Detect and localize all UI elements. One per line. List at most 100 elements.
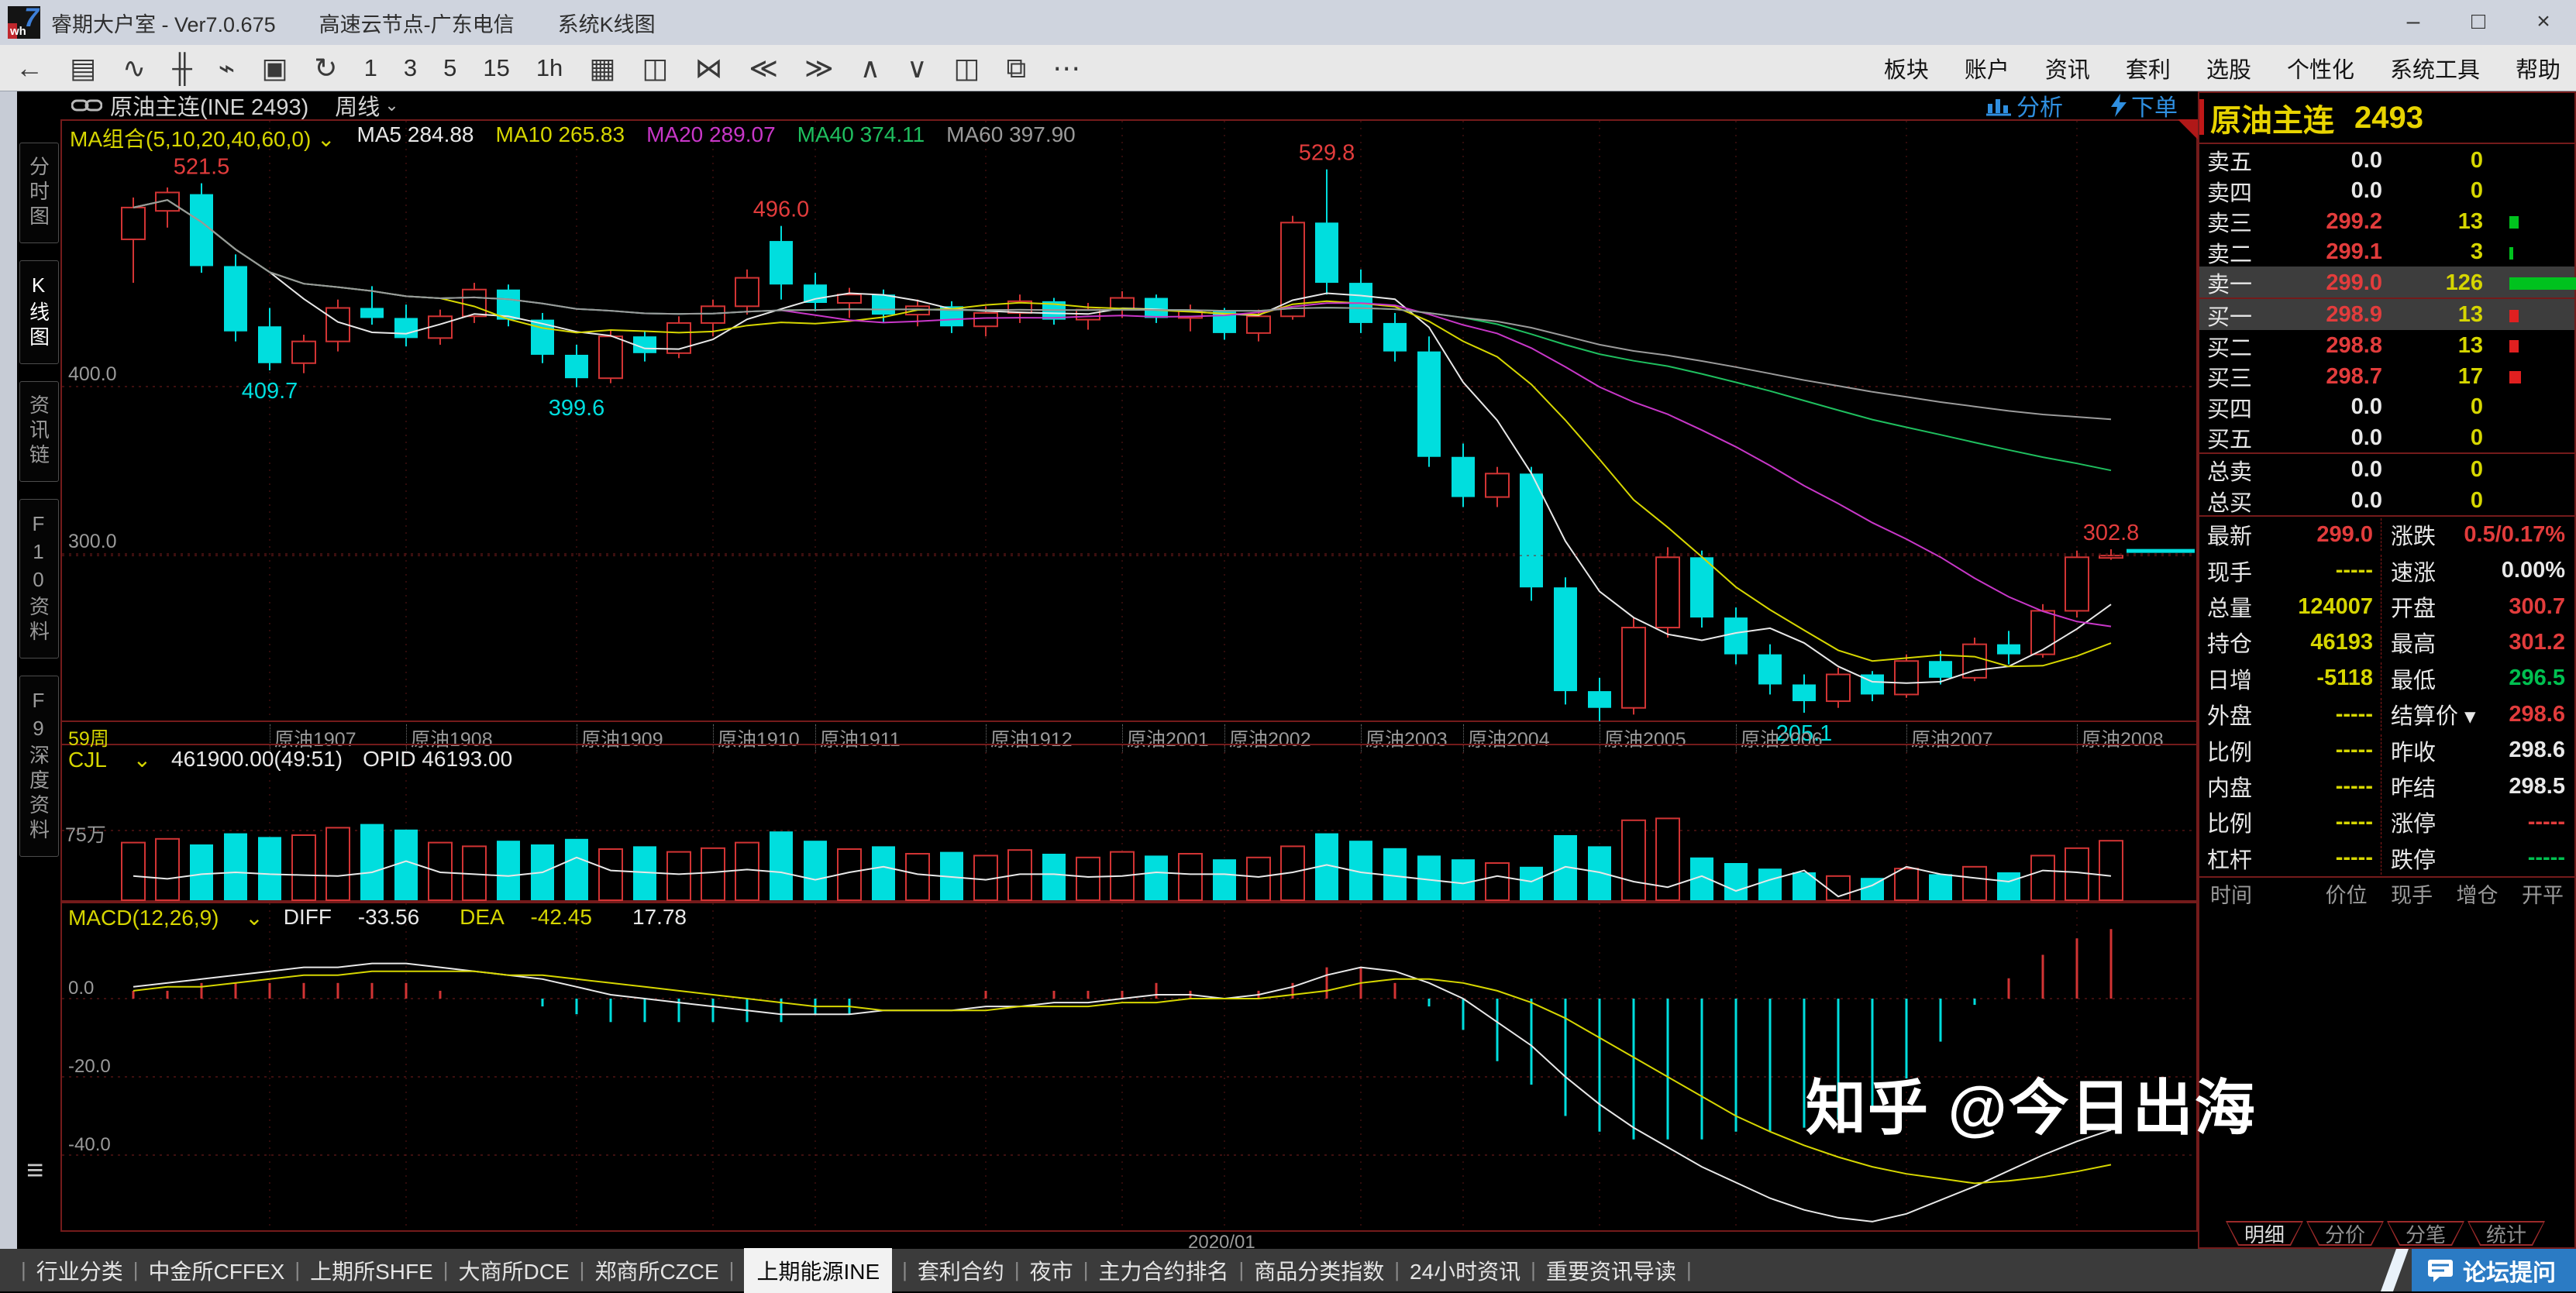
book-row-卖二[interactable]: 卖二299.13 bbox=[2199, 236, 2574, 267]
ma-value-MA60: MA60 397.90 bbox=[946, 122, 1076, 153]
cascade-windows-icon[interactable]: ⧉ bbox=[1006, 45, 1026, 91]
svg-text:300.0: 300.0 bbox=[68, 531, 117, 552]
stat-value-现手: ----- bbox=[2336, 558, 2373, 583]
sidebar-menu-icon[interactable]: ≡ bbox=[26, 1154, 43, 1188]
analysis-button[interactable]: 分析 bbox=[1985, 88, 2063, 122]
menu-个性化[interactable]: 个性化 bbox=[2287, 52, 2354, 84]
next-page-icon[interactable]: ≫ bbox=[804, 45, 834, 91]
book-row-卖五[interactable]: 卖五0.00 bbox=[2199, 144, 2574, 175]
stat-value-开盘: 300.7 bbox=[2509, 594, 2565, 620]
volume-indicator-selector[interactable]: CJL ⌄ bbox=[68, 747, 151, 772]
sidebar-tab-F10资料[interactable]: F10资料 bbox=[19, 499, 59, 659]
left-window-strip bbox=[0, 91, 17, 1249]
stat-value-涨跌: 0.5/0.17% bbox=[2464, 522, 2565, 548]
quote-title-row[interactable]: 原油主连 2493 bbox=[2199, 93, 2574, 144]
refresh-icon[interactable]: ↻ bbox=[314, 45, 337, 91]
sidebar-tab-资讯链[interactable]: 资讯链 bbox=[19, 381, 59, 482]
quote-tab-明细[interactable]: 明细 bbox=[2226, 1221, 2303, 1246]
macd-indicator-selector[interactable]: MACD(12,26,9) ⌄ bbox=[68, 905, 263, 930]
maximize-button[interactable]: □ bbox=[2446, 0, 2511, 45]
book-row-买三[interactable]: 买三298.717 bbox=[2199, 360, 2574, 391]
bottom-tab-上期能源INE[interactable]: 上期能源INE bbox=[744, 1248, 892, 1293]
compress-icon[interactable]: ⋈ bbox=[694, 45, 722, 91]
period-5-button[interactable]: 5 bbox=[443, 54, 456, 82]
stat-label-持仓: 持仓 bbox=[2207, 626, 2252, 659]
book-row-总买[interactable]: 总买0.00 bbox=[2199, 485, 2574, 516]
tape-col-时间: 时间 bbox=[2210, 879, 2302, 909]
book-price: 0.0 bbox=[2274, 425, 2382, 451]
book-row-总卖[interactable]: 总卖0.00 bbox=[2199, 454, 2574, 485]
period-1-button[interactable]: 1 bbox=[364, 54, 377, 82]
quote-tab-分笔[interactable]: 分笔 bbox=[2387, 1221, 2464, 1246]
stat-label-速涨: 速涨 bbox=[2391, 555, 2436, 587]
sidebar-tab-F9深度资料[interactable]: F9深度资料 bbox=[19, 676, 59, 857]
menu-板块[interactable]: 板块 bbox=[1884, 52, 1929, 84]
menu-帮助[interactable]: 帮助 bbox=[2516, 52, 2561, 84]
period-15-button[interactable]: 15 bbox=[483, 54, 509, 82]
zoom-in-icon[interactable]: ∧ bbox=[860, 45, 880, 91]
book-volume: 0 bbox=[2382, 394, 2483, 420]
period-3-button[interactable]: 3 bbox=[404, 54, 417, 82]
tape-col-增仓: 增仓 bbox=[2433, 879, 2498, 909]
prev-page-icon[interactable]: ≪ bbox=[749, 45, 778, 91]
bottom-tab-大商所DCE[interactable]: 大商所DCE bbox=[459, 1255, 570, 1286]
menu-系统工具[interactable]: 系统工具 bbox=[2390, 52, 2480, 84]
bottom-tab-中金所CFFEX[interactable]: 中金所CFFEX bbox=[149, 1255, 285, 1286]
book-row-卖一[interactable]: 卖一299.0126 bbox=[2199, 267, 2574, 299]
book-row-卖三[interactable]: 卖三299.213 bbox=[2199, 205, 2574, 236]
stat-label-昨结: 昨结 bbox=[2391, 770, 2436, 803]
chart-symbol-label[interactable]: 原油主连(INE 2493) bbox=[110, 89, 308, 122]
save-icon[interactable]: ▣ bbox=[261, 45, 288, 91]
stat-value-总量: 124007 bbox=[2298, 594, 2373, 620]
quote-tab-分价[interactable]: 分价 bbox=[2306, 1221, 2384, 1246]
title-bar: wh 7 睿期大户室 - Ver7.0.675 高速云节点-广东电信 系统K线图… bbox=[0, 0, 2576, 45]
split-view-icon[interactable]: ◫ bbox=[642, 45, 668, 91]
menu-资讯[interactable]: 资讯 bbox=[2045, 52, 2090, 84]
watermark: 知乎 @今日出海 bbox=[1806, 1060, 2257, 1147]
flash-order-icon[interactable]: ⌁ bbox=[219, 45, 236, 91]
bottom-tab-郑商所CZCE[interactable]: 郑商所CZCE bbox=[594, 1255, 718, 1286]
forum-ask-button[interactable]: 论坛提问 bbox=[2412, 1249, 2576, 1291]
bottom-tab-行业分类[interactable]: 行业分类 bbox=[36, 1255, 123, 1286]
grid-layout-icon[interactable]: ▦ bbox=[589, 45, 615, 91]
book-row-卖四[interactable]: 卖四0.00 bbox=[2199, 175, 2574, 206]
menu-选股[interactable]: 选股 bbox=[2206, 52, 2251, 84]
back-icon[interactable]: ← bbox=[15, 45, 43, 91]
book-row-买一[interactable]: 买一298.913 bbox=[2199, 299, 2574, 330]
tape-col-开平: 开平 bbox=[2499, 879, 2564, 909]
minimize-button[interactable]: – bbox=[2381, 0, 2446, 45]
kline-chart-icon[interactable]: ╫ bbox=[172, 45, 192, 91]
report-icon[interactable]: ▤ bbox=[70, 45, 96, 91]
book-price: 298.7 bbox=[2274, 364, 2382, 390]
quote-tab-统计[interactable]: 统计 bbox=[2468, 1221, 2545, 1246]
bottom-tab-重要资讯导读[interactable]: 重要资讯导读 bbox=[1546, 1255, 1676, 1286]
book-row-买五[interactable]: 买五0.00 bbox=[2199, 421, 2574, 454]
sidebar-tab-K线图[interactable]: K线图 bbox=[19, 260, 59, 364]
price-pane[interactable]: MA组合(5,10,20,40,60,0) ⌄MA5 284.88MA10 26… bbox=[60, 119, 2198, 722]
stat-row: 杠杆-----跌停----- bbox=[2199, 841, 2574, 876]
stat-label-结算价[interactable]: 结算价 ▾ bbox=[2391, 698, 2476, 731]
candlestick-chart[interactable]: 400.0300.0521.5409.7399.6496.0529.8205.1… bbox=[62, 121, 2196, 720]
zoom-out-icon[interactable]: ∨ bbox=[907, 45, 927, 91]
place-order-button[interactable]: 下单 bbox=[2109, 88, 2178, 122]
bottom-tab-主力合约排名[interactable]: 主力合约排名 bbox=[1098, 1255, 1228, 1286]
bottom-tab-商品分类指数[interactable]: 商品分类指数 bbox=[1254, 1255, 1384, 1286]
bottom-tab-上期所SHFE[interactable]: 上期所SHFE bbox=[310, 1255, 433, 1286]
timeline-chart-icon[interactable]: ∿ bbox=[122, 45, 146, 91]
ma-combo-selector[interactable]: MA组合(5,10,20,40,60,0) ⌄ bbox=[70, 122, 336, 153]
chart-period-selector[interactable]: 周线 bbox=[335, 89, 380, 122]
more-icon[interactable]: ⋯ bbox=[1052, 45, 1080, 91]
period-1h-button[interactable]: 1h bbox=[536, 54, 563, 82]
close-button[interactable]: × bbox=[2511, 0, 2576, 45]
panel-icon[interactable]: ◫ bbox=[953, 45, 980, 91]
menu-套利[interactable]: 套利 bbox=[2126, 52, 2171, 84]
stat-label-最低: 最低 bbox=[2391, 662, 2436, 695]
sidebar-tab-分时图[interactable]: 分时图 bbox=[19, 143, 59, 243]
book-row-买四[interactable]: 买四0.00 bbox=[2199, 391, 2574, 422]
volume-pane[interactable]: CJL ⌄ 461900.00(49:51) OPID 46193.00 75万 bbox=[60, 744, 2198, 902]
bottom-tab-24小时资讯[interactable]: 24小时资讯 bbox=[1410, 1255, 1520, 1286]
book-row-买二[interactable]: 买二298.813 bbox=[2199, 330, 2574, 361]
bottom-tab-夜市[interactable]: 夜市 bbox=[1030, 1255, 1073, 1286]
menu-账户[interactable]: 账户 bbox=[1965, 52, 2009, 84]
bottom-tab-套利合约[interactable]: 套利合约 bbox=[918, 1255, 1004, 1286]
